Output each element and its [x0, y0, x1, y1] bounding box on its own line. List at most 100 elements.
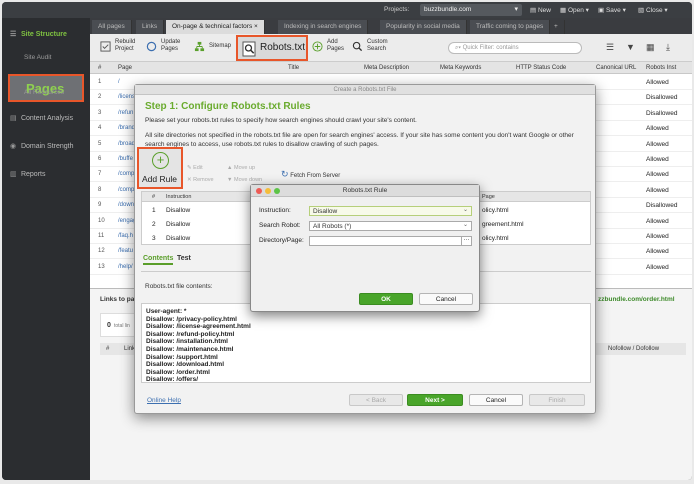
- row-page-link[interactable]: /faq.h: [118, 233, 133, 239]
- tab-on-page-factors[interactable]: On-page & technical factors ×: [166, 20, 265, 34]
- sidebar-item-content-analysis[interactable]: ▤ Content Analysis: [10, 114, 73, 122]
- add-pages-button[interactable]: Add Pages: [312, 39, 347, 53]
- filter-funnel-icon[interactable]: ▼: [626, 42, 635, 52]
- tab-test[interactable]: Test: [177, 255, 191, 262]
- sidebar-item-site-structure[interactable]: ☰ Site Structure: [10, 30, 67, 38]
- sitemap-button[interactable]: Sitemap: [194, 41, 232, 52]
- browse-button[interactable]: …: [461, 236, 471, 246]
- search-robot-label: Search Robot:: [259, 222, 301, 229]
- open-button[interactable]: ▦ Open ▾: [560, 6, 589, 14]
- chevron-down-icon: ⌄: [462, 207, 468, 213]
- add-tab-icon[interactable]: +: [548, 20, 565, 34]
- row-number: 4: [98, 125, 102, 132]
- move-down-button[interactable]: ▼ Move down: [227, 177, 262, 183]
- sidebar-item-pages[interactable]: Pages: [8, 74, 84, 102]
- col-hash[interactable]: #: [106, 346, 109, 352]
- row-page-link[interactable]: /help/: [118, 264, 133, 270]
- row-robots-status: Allowed: [646, 233, 669, 240]
- row-page-link[interactable]: /comp: [118, 171, 134, 177]
- col-meta-keywords[interactable]: Meta Keywords: [440, 65, 481, 71]
- rule-cancel-button[interactable]: Cancel: [419, 293, 473, 305]
- sidebar-item-domain-strength[interactable]: ◉ Domain Strength: [10, 142, 73, 150]
- quick-filter-input[interactable]: ⌕▾ Quick Filter: contains: [448, 42, 582, 54]
- row-number: 11: [98, 233, 105, 239]
- grid-view-icon[interactable]: ▦: [646, 42, 655, 53]
- col-instruction[interactable]: Instruction: [166, 194, 191, 200]
- next-button[interactable]: Next >: [407, 394, 463, 406]
- new-label: New: [537, 7, 551, 14]
- row-page-link[interactable]: /broad: [118, 141, 135, 147]
- add-pages-label: Add Pages: [327, 39, 345, 52]
- minimize-window-icon[interactable]: [265, 188, 271, 194]
- search-robot-select[interactable]: All Robots (*) ⌄: [309, 221, 472, 231]
- filter-icon: ⌕▾: [455, 45, 461, 51]
- links-panel-url[interactable]: zzbundle.com/order.html: [598, 296, 675, 303]
- row-page-link[interactable]: /brand: [118, 125, 135, 131]
- tab-close-icon[interactable]: ×: [254, 23, 258, 30]
- maximize-window-icon[interactable]: [274, 188, 280, 194]
- total-links-label: total lin: [114, 323, 130, 329]
- row-robots-status: Allowed: [646, 156, 669, 163]
- move-up-button[interactable]: ▲ Move up: [227, 165, 255, 171]
- col-hash[interactable]: #: [98, 65, 101, 71]
- row-page-link[interactable]: /comp: [118, 187, 134, 193]
- col-meta-description[interactable]: Meta Description: [364, 65, 409, 71]
- dialog-title: Create a Robots.txt File: [135, 85, 595, 95]
- custom-search-button[interactable]: Custom Search: [352, 39, 397, 53]
- col-page[interactable]: Page: [118, 65, 132, 71]
- save-button[interactable]: ▣ Save ▾: [598, 6, 626, 14]
- sidebar-item-all-resources[interactable]: All Resources: [24, 89, 64, 96]
- tab-indexing[interactable]: Indexing in search engines: [278, 20, 369, 34]
- close-button[interactable]: ▧ Close ▾: [638, 6, 668, 14]
- robots-contents-box[interactable]: User-agent: * Disallow: /privacy-policy.h…: [141, 303, 591, 383]
- col-robots[interactable]: Robots Inst: [646, 65, 676, 71]
- row-page-link[interactable]: /down: [118, 202, 134, 208]
- sidebar-item-reports[interactable]: ▥ Reports: [10, 170, 45, 178]
- row-robots-status: Disallowed: [646, 202, 678, 210]
- fetch-from-server-button[interactable]: ↻ Fetch From Server: [281, 169, 340, 180]
- contents-line: Disallow: /maintenance.html: [146, 345, 234, 353]
- row-page-link[interactable]: /refun: [118, 110, 133, 116]
- col-http-status[interactable]: HTTP Status Code: [516, 65, 566, 71]
- directory-input[interactable]: …: [309, 236, 472, 246]
- tab-all-pages[interactable]: All pages: [92, 20, 132, 34]
- instruction-select[interactable]: Disallow ⌄: [309, 206, 472, 216]
- columns-icon[interactable]: ☰: [606, 42, 614, 53]
- row-page-link[interactable]: /: [118, 79, 120, 85]
- sitemap-label: Sitemap: [209, 43, 232, 49]
- cancel-button[interactable]: Cancel: [469, 394, 523, 406]
- col-title[interactable]: Title: [288, 65, 299, 71]
- rebuild-project-button[interactable]: Rebuild Project: [100, 39, 145, 53]
- tab-traffic[interactable]: Traffic coming to pages: [470, 20, 551, 34]
- new-button[interactable]: ▤ New: [530, 6, 551, 14]
- finish-button[interactable]: Finish: [529, 394, 585, 406]
- step-info: All site directories not specified in th…: [145, 132, 574, 148]
- rule-page: olicy.html: [482, 235, 509, 242]
- add-rule-button[interactable]: + Add Rule: [137, 147, 183, 189]
- col-page[interactable]: Page: [482, 194, 495, 200]
- tab-contents[interactable]: Contents: [143, 255, 174, 265]
- robots-rule-dialog: Robots.txt Rule Instruction: Disallow ⌄ …: [250, 184, 480, 312]
- rule-dialog-title: Robots.txt Rule: [251, 185, 479, 197]
- sidebar-item-label: Site Structure: [20, 31, 67, 38]
- project-select[interactable]: buzzbundle.com ▾: [420, 4, 522, 16]
- download-icon[interactable]: ⤓: [666, 42, 670, 53]
- tab-links[interactable]: Links: [136, 20, 165, 34]
- row-page-link[interactable]: /buffe: [118, 156, 133, 162]
- back-button[interactable]: < Back: [349, 394, 403, 406]
- update-pages-button[interactable]: Update Pages: [146, 39, 189, 53]
- row-robots-status: Disallowed: [646, 109, 678, 117]
- col-canonical[interactable]: Canonical URL: [596, 65, 636, 71]
- col-nofollow[interactable]: Nofollow / Dofollow: [608, 346, 659, 352]
- ok-button[interactable]: OK: [359, 293, 413, 305]
- remove-button[interactable]: ✕ Remove: [187, 177, 214, 183]
- sidebar-item-site-audit[interactable]: Site Audit: [24, 54, 51, 61]
- tab-popularity[interactable]: Popularity in social media: [380, 20, 467, 34]
- close-window-icon[interactable]: [256, 188, 262, 194]
- col-hash[interactable]: #: [152, 194, 155, 200]
- edit-button[interactable]: ✎ Edit: [187, 165, 203, 171]
- row-number: 1: [98, 79, 102, 85]
- online-help-link[interactable]: Online Help: [147, 397, 181, 404]
- row-page-link[interactable]: /featu: [118, 248, 133, 254]
- robots-txt-button[interactable]: Robots.txt: [236, 35, 308, 61]
